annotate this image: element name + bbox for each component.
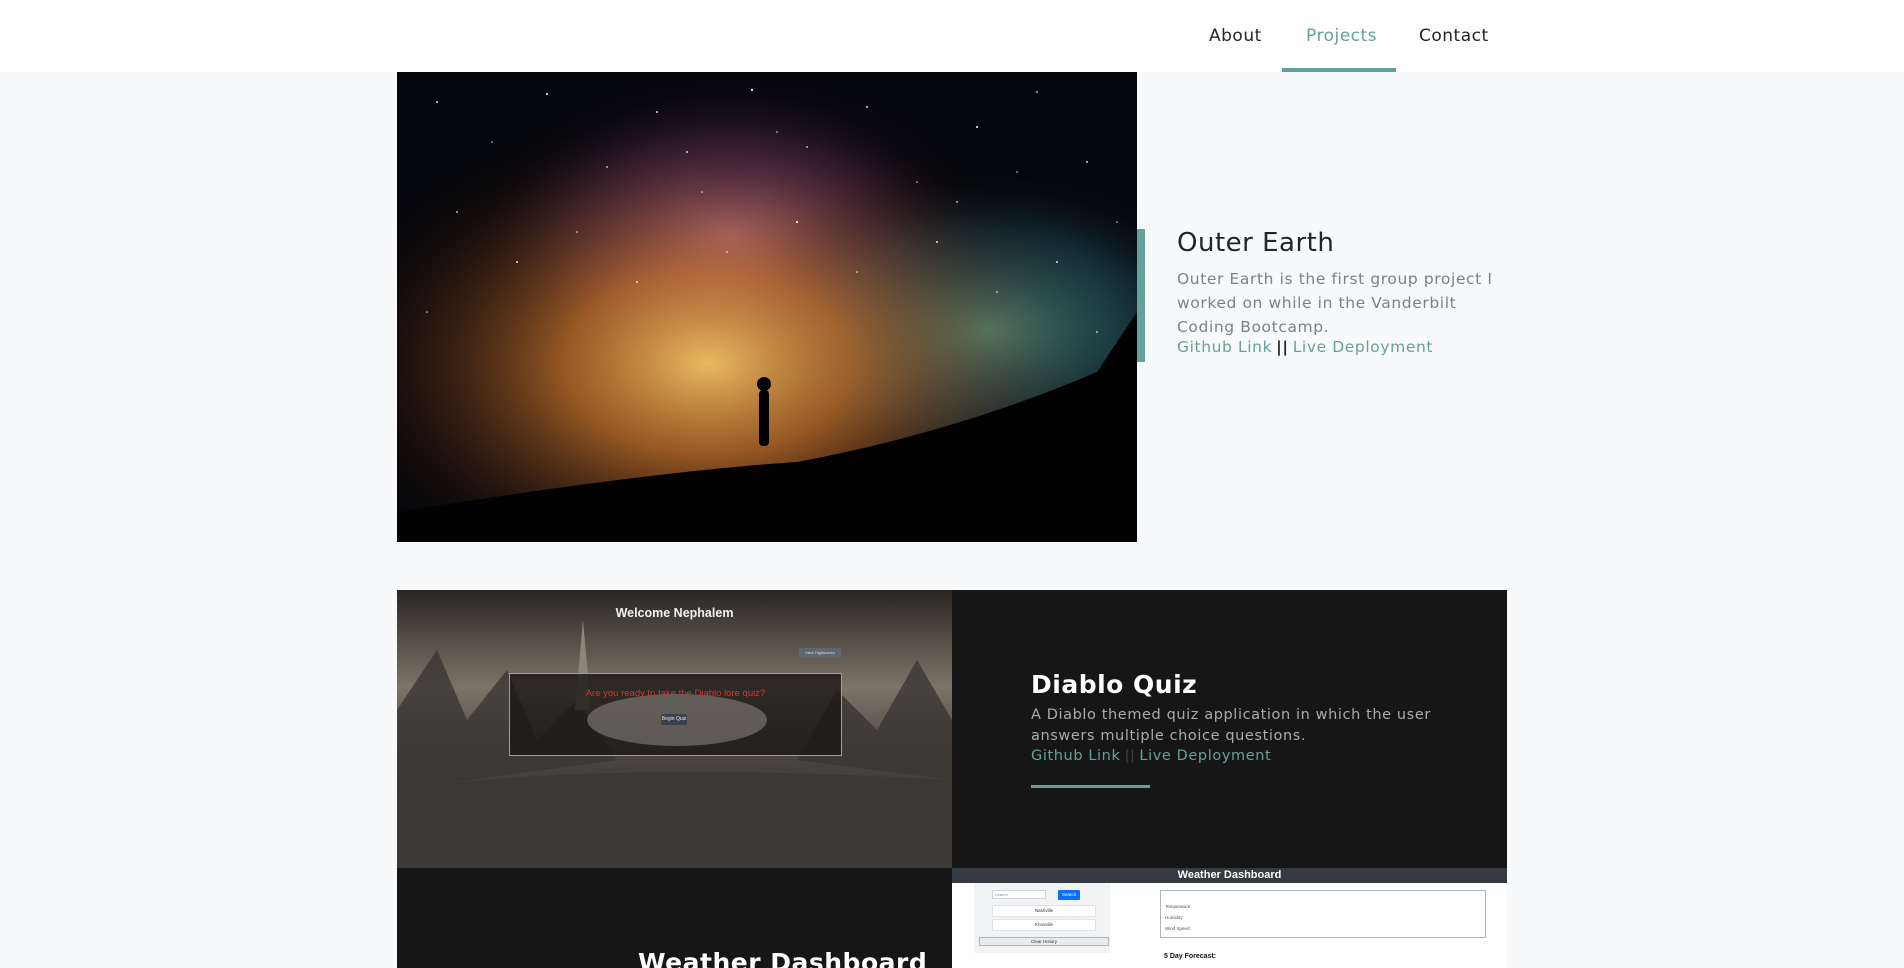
diablo-quiz-question: Are you ready to take the Diablo lore qu… [585,688,766,699]
featured-accent-bar [1137,229,1145,362]
featured-github-link[interactable]: Github Link [1177,338,1272,356]
diablo-quiz-description: A Diablo themed quiz application in whic… [1031,707,1431,744]
milky-way-night-sky-photo [397,72,1137,542]
nav-active-indicator [1282,68,1396,72]
diablo-begin-button: Begin Quiz [661,714,687,725]
weather-search-input: Search [992,890,1046,899]
diablo-quiz-links: Github Link || Live Deployment [1031,748,1271,764]
featured-project-links: Github Link || Live Deployment [1177,338,1433,356]
weather-stat-humidity: Humidity: [1165,915,1184,920]
weather-dashboard-card: Weather Dashboard [397,868,952,968]
diablo-live-link[interactable]: Live Deployment [1139,748,1271,764]
diablo-quiz-screenshot: Welcome Nephalem View Highscores Are you… [397,590,952,868]
weather-stat-wind: Wind Speed: [1165,926,1191,931]
featured-project-image [397,72,1137,542]
featured-live-link[interactable]: Live Deployment [1293,338,1433,356]
diablo-quiz-underline [1031,785,1150,788]
top-navbar: About Projects Contact [0,0,1904,72]
diablo-github-link[interactable]: Github Link [1031,748,1120,764]
weather-dashboard-title: Weather Dashboard [638,948,928,968]
featured-project-description: Outer Earth is the first group project I… [1177,270,1493,336]
link-separator: || [1276,338,1289,356]
diablo-quiz-title: Diablo Quiz [1031,670,1198,699]
weather-forecast-heading: 5 Day Forecast: [1164,953,1217,960]
weather-city-item: Nashville [992,905,1096,917]
weather-stat-temperature: Temperature: [1165,904,1192,909]
weather-app-header: Weather Dashboard [952,868,1507,883]
diablo-highscores-button: View Highscores [799,648,841,658]
weather-clear-history-button: Clear History [979,937,1109,946]
weather-dashboard-screenshot: Weather Dashboard Search Search Nashvill… [952,868,1507,968]
nav-link-about[interactable]: About [1209,0,1262,72]
weather-city-item: Knoxville [992,919,1096,931]
weather-search-button: Search [1058,890,1080,900]
diablo-quiz-card: Diablo Quiz A Diablo themed quiz applica… [952,590,1507,868]
nav-link-contact[interactable]: Contact [1419,0,1489,72]
link-separator: || [1124,748,1136,764]
nav-link-projects[interactable]: Projects [1306,0,1377,72]
featured-project-title: Outer Earth [1177,228,1335,258]
weather-current-panel [1160,890,1486,938]
diablo-welcome-heading: Welcome Nephalem [615,606,734,620]
